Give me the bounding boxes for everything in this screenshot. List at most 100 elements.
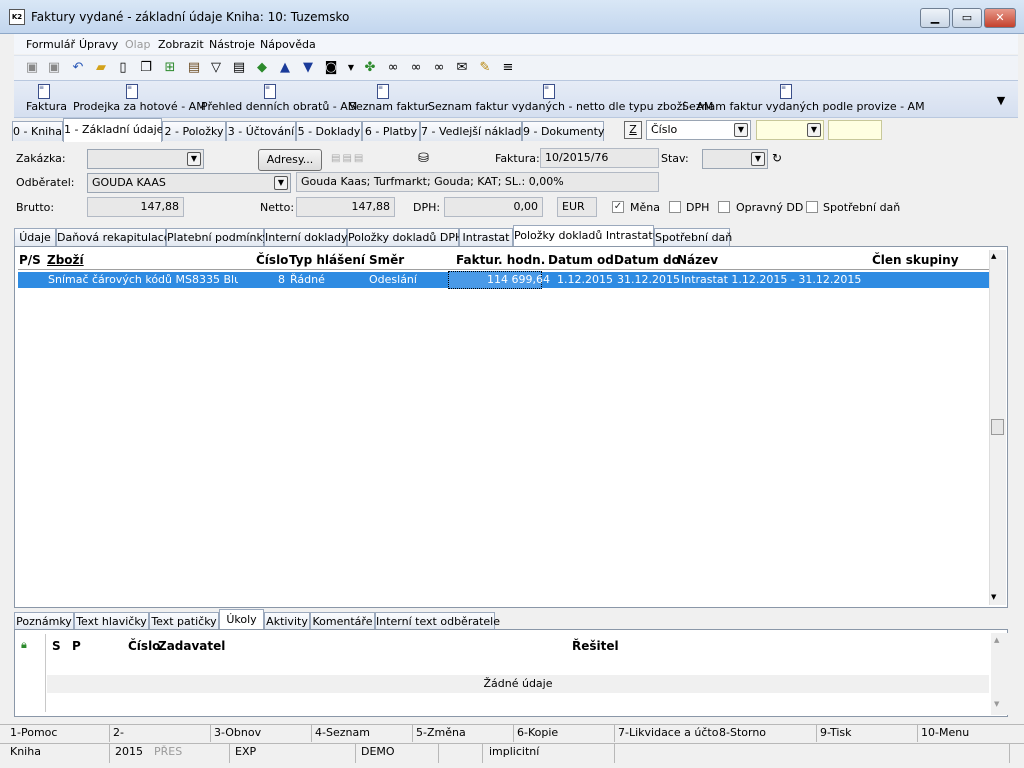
fkey-likvidace[interactable]: 7-Likvidace a účtová bbox=[618, 726, 718, 739]
menu-lines-icon[interactable]: ≡ bbox=[499, 59, 517, 77]
fkey-2[interactable]: 2- bbox=[113, 726, 124, 739]
fkey-storno[interactable]: 8-Storno bbox=[719, 726, 766, 739]
tab-polozky[interactable]: 2 - Položky bbox=[162, 121, 226, 141]
stack-icon[interactable]: ◆ bbox=[253, 59, 271, 77]
lock-icon[interactable]: ⊞ bbox=[161, 59, 179, 77]
fkey-pomoc[interactable]: 1-Pomoc bbox=[10, 726, 57, 739]
report-seznam-netto[interactable]: Seznam faktur vydaných - netto dle typu … bbox=[428, 100, 713, 113]
task-col-p[interactable]: P bbox=[72, 639, 81, 653]
report-more-icon[interactable]: ▼ bbox=[994, 94, 1008, 108]
search-input[interactable] bbox=[828, 120, 882, 140]
subtab-platebni-podminky[interactable]: Platební podmínky bbox=[166, 228, 269, 246]
binoculars-all-icon[interactable]: ∞ bbox=[430, 59, 448, 77]
search-select[interactable]: ▼ bbox=[756, 120, 824, 140]
open-folder-icon[interactable]: ▰ bbox=[92, 59, 110, 77]
report-seznam[interactable]: Seznam faktur bbox=[349, 100, 429, 113]
col-zbozi[interactable]: Zboží bbox=[47, 253, 84, 267]
fkey-tisk[interactable]: 9-Tisk bbox=[820, 726, 852, 739]
subtab-danova-rekapitulace[interactable]: Daňová rekapitulace bbox=[56, 228, 171, 246]
scroll-down-icon[interactable]: ▼ bbox=[991, 593, 996, 601]
col-faktur-hodn[interactable]: Faktur. hodn. bbox=[456, 253, 545, 267]
binoculars-next-icon[interactable]: ∞ bbox=[407, 59, 425, 77]
subtab-udaje[interactable]: Údaje bbox=[14, 228, 56, 246]
zakazka-select[interactable]: ▼ bbox=[87, 149, 204, 169]
tab-uctovani[interactable]: 3 - Účtování bbox=[226, 121, 296, 141]
btab-aktivity[interactable]: Aktivity bbox=[264, 612, 310, 630]
dph-checkbox[interactable] bbox=[669, 201, 681, 213]
chevron-down-icon[interactable]: ▼ bbox=[734, 123, 748, 137]
report-faktura[interactable]: Faktura bbox=[26, 100, 67, 113]
lock-icon[interactable]: 🔒︎ bbox=[21, 638, 27, 652]
task-col-resitel[interactable]: Řešitel bbox=[572, 639, 619, 653]
task-col-zadavatel[interactable]: Zadavatel bbox=[158, 639, 225, 653]
tab-kniha[interactable]: 0 - Kniha bbox=[12, 121, 63, 141]
camera-dropdown-icon[interactable]: ▼ bbox=[342, 59, 360, 77]
menu-napoveda[interactable]: Nápověda bbox=[260, 38, 316, 51]
tab-zakladni-udaje[interactable]: 1 - Základní údaje bbox=[63, 118, 163, 142]
maximize-button[interactable]: ▭ bbox=[952, 8, 982, 28]
sort-direction-button[interactable]: Z bbox=[624, 121, 642, 139]
menu-zobrazit[interactable]: Zobrazit bbox=[158, 38, 204, 51]
subtab-polozky-dph[interactable]: Položky dokladů DPH bbox=[347, 228, 463, 246]
btab-ukoly[interactable]: Úkoly bbox=[219, 609, 264, 631]
camera-icon[interactable]: ◙ bbox=[322, 59, 340, 77]
spotrebni-checkbox[interactable] bbox=[806, 201, 818, 213]
refresh-icon[interactable]: ↻ bbox=[772, 151, 782, 165]
notes-icon[interactable]: ✎ bbox=[476, 59, 494, 77]
scroll-up-icon[interactable]: ▲ bbox=[994, 636, 999, 644]
task-col-s[interactable]: S bbox=[52, 639, 61, 653]
new-document-icon[interactable]: ▯ bbox=[114, 59, 132, 77]
btab-text-paticky[interactable]: Text patičky bbox=[149, 612, 219, 630]
close-button[interactable]: ✕ bbox=[984, 8, 1016, 28]
chevron-down-icon[interactable]: ▼ bbox=[751, 152, 765, 166]
btab-poznamky[interactable]: Poznámky bbox=[14, 612, 74, 630]
subtab-polozky-intrastatu[interactable]: Položky dokladů Intrastatu bbox=[513, 225, 660, 247]
scroll-up-icon[interactable]: ▲ bbox=[991, 252, 996, 260]
menu-formular[interactable]: Formulář bbox=[26, 38, 75, 51]
tab-dokumenty[interactable]: 9 - Dokumenty bbox=[522, 121, 604, 141]
mena-checkbox[interactable]: ✓ bbox=[612, 201, 624, 213]
report-prehled[interactable]: Přehled denních obratů - AM bbox=[201, 100, 357, 113]
report-seznam-provize[interactable]: Seznam faktur vydaných podle provize - A… bbox=[682, 100, 925, 113]
fkey-seznam[interactable]: 4-Seznam bbox=[315, 726, 370, 739]
tree-icon[interactable]: ✤ bbox=[361, 59, 379, 77]
opravny-checkbox[interactable] bbox=[718, 201, 730, 213]
fkey-menu[interactable]: 10-Menu bbox=[921, 726, 969, 739]
subtab-intrastat[interactable]: Intrastat bbox=[459, 228, 513, 246]
menu-upravy[interactable]: Úpravy bbox=[79, 38, 118, 51]
coins-icon[interactable]: ⛁ bbox=[418, 151, 429, 166]
binoculars-icon[interactable]: ∞ bbox=[384, 59, 402, 77]
task-col-cislo[interactable]: Číslo bbox=[128, 639, 160, 653]
tab-doklady[interactable]: 5 - Doklady bbox=[296, 121, 362, 141]
report-prodejka[interactable]: Prodejka za hotové - AM bbox=[73, 100, 206, 113]
tab-vedlejsi-naklady[interactable]: 7 - Vedlejší náklady bbox=[420, 121, 528, 141]
fkey-zmena[interactable]: 5-Změna bbox=[416, 726, 466, 739]
copy-icon[interactable]: ❐ bbox=[137, 59, 155, 77]
chevron-down-icon[interactable]: ▼ bbox=[274, 176, 288, 190]
book-icon[interactable]: ▤ bbox=[185, 59, 203, 77]
col-clen-skupiny[interactable]: Člen skupiny bbox=[872, 253, 959, 267]
stav-select[interactable]: ▼ bbox=[702, 149, 768, 169]
filter-edit-icon[interactable]: ▤ bbox=[230, 59, 248, 77]
col-datum-do[interactable]: Datum do bbox=[614, 253, 680, 267]
col-typ-hlaseni[interactable]: Typ hlášení bbox=[289, 253, 365, 267]
fkey-obnov[interactable]: 3-Obnov bbox=[214, 726, 261, 739]
col-cislo[interactable]: Číslo bbox=[256, 253, 288, 267]
col-datum-od[interactable]: Datum od bbox=[548, 253, 614, 267]
subtab-spotrebni-dan[interactable]: Spotřební daň bbox=[654, 228, 732, 246]
fkey-kopie[interactable]: 6-Kopie bbox=[517, 726, 558, 739]
arrow-up-icon[interactable]: ▲ bbox=[276, 59, 294, 77]
undo-icon[interactable]: ↶ bbox=[69, 59, 87, 77]
btab-interni-text[interactable]: Interní text odběratele bbox=[375, 612, 500, 630]
minimize-button[interactable]: ▁ bbox=[920, 8, 950, 28]
chevron-down-icon[interactable]: ▼ bbox=[187, 152, 201, 166]
col-nazev[interactable]: Název bbox=[677, 253, 718, 267]
btab-komentare[interactable]: Komentáře bbox=[310, 612, 375, 630]
mail-icon[interactable]: ✉ bbox=[453, 59, 471, 77]
sort-field-select[interactable]: Číslo ▼ bbox=[646, 120, 751, 140]
odberatel-select[interactable]: GOUDA KAAS ▼ bbox=[87, 173, 291, 193]
subtab-interni-doklady[interactable]: Interní doklady bbox=[264, 228, 348, 246]
chevron-down-icon[interactable]: ▼ bbox=[807, 123, 821, 137]
col-ps[interactable]: P/S bbox=[19, 253, 41, 267]
btab-text-hlavicky[interactable]: Text hlavičky bbox=[74, 612, 149, 630]
